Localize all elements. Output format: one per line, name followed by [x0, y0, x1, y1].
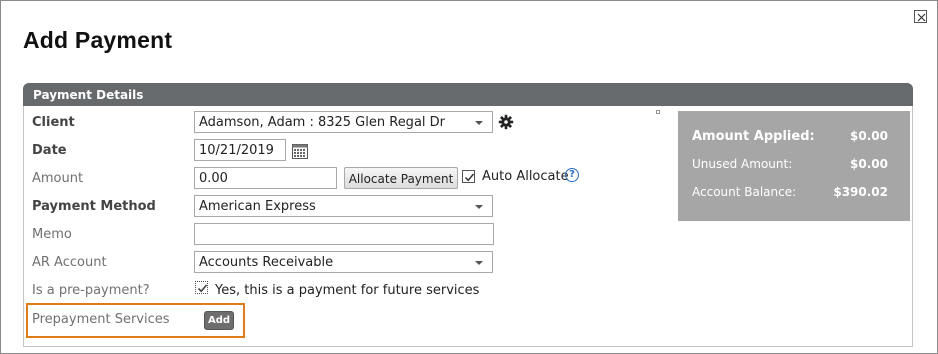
date-label: Date [32, 143, 67, 158]
payment-summary: Amount Applied: $0.00 Unused Amount: $0.… [678, 111, 910, 221]
amount-applied-label: Amount Applied: [692, 129, 815, 144]
unused-amount-value: $0.00 [850, 157, 888, 171]
resize-handle [656, 110, 660, 114]
ar-account-value: Accounts Receivable [199, 255, 334, 270]
chevron-down-icon [475, 261, 483, 265]
chevron-down-icon [475, 121, 483, 125]
payment-method-select[interactable]: American Express [194, 195, 493, 217]
add-prepayment-service-button[interactable]: Add [204, 311, 234, 330]
client-select[interactable]: Adamson, Adam : 8325 Glen Regal Dr [194, 111, 493, 133]
panel-header: Payment Details [23, 83, 913, 106]
date-input[interactable]: 10/21/2019 [194, 139, 286, 161]
date-value: 10/21/2019 [199, 143, 274, 158]
prepayment-checkbox-label: Yes, this is a payment for future servic… [215, 283, 480, 298]
unused-amount-label: Unused Amount: [692, 157, 793, 171]
account-balance-label: Account Balance: [692, 185, 797, 199]
ar-account-label: AR Account [32, 255, 107, 270]
payment-details-panel: Payment Details Client Adamson, Adam : 8… [23, 83, 913, 347]
calendar-icon[interactable] [292, 144, 308, 159]
gear-icon[interactable] [498, 114, 514, 130]
prepayment-services-label: Prepayment Services [32, 312, 170, 327]
amount-value: 0.00 [199, 171, 228, 186]
chevron-down-icon [475, 205, 483, 209]
prepayment-checkbox[interactable] [195, 281, 208, 294]
auto-allocate-checkbox[interactable] [462, 170, 475, 183]
auto-allocate-label: Auto Allocate [482, 169, 569, 184]
help-icon[interactable]: ? [565, 168, 579, 182]
client-label: Client [32, 115, 75, 130]
memo-input[interactable] [194, 223, 494, 245]
client-value: Adamson, Adam : 8325 Glen Regal Dr [199, 115, 446, 130]
checkmark-icon [464, 173, 475, 182]
amount-applied-value: $0.00 [850, 129, 888, 143]
prepayment-label: Is a pre-payment? [32, 283, 150, 298]
amount-label: Amount [32, 171, 84, 186]
payment-method-label: Payment Method [32, 199, 156, 214]
add-payment-dialog: Add Payment Payment Details Client Adams… [0, 0, 938, 354]
checkmark-icon [197, 284, 208, 293]
ar-account-select[interactable]: Accounts Receivable [194, 251, 493, 273]
amount-input[interactable]: 0.00 [194, 167, 337, 189]
close-icon[interactable] [914, 10, 927, 23]
dialog-title: Add Payment [23, 27, 173, 53]
memo-label: Memo [32, 227, 72, 242]
account-balance-value: $390.02 [833, 185, 888, 199]
allocate-payment-button[interactable]: Allocate Payment [344, 167, 458, 189]
payment-method-value: American Express [199, 199, 316, 214]
